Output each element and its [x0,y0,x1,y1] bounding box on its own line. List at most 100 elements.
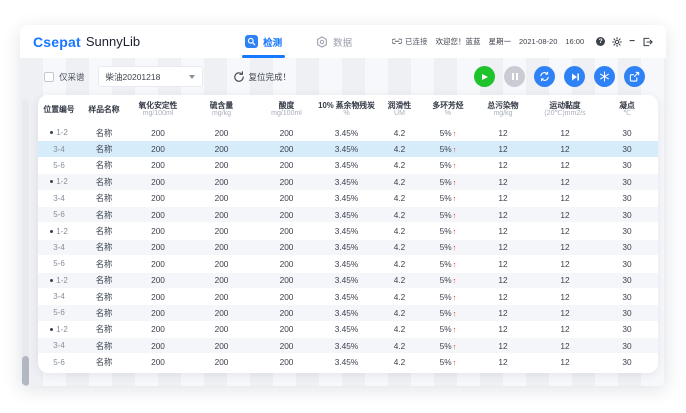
cell-value: 12 [472,324,534,334]
minimize-icon[interactable]: − [629,37,635,47]
atomize-button[interactable] [594,66,615,87]
cell-value: 30 [596,242,658,252]
sync-icon [539,71,550,82]
atomize-icon [599,71,610,82]
cell-value: 5%↑ [424,226,472,236]
cell-value: 4.2 [375,210,424,220]
sync-button[interactable] [534,66,555,87]
cell-sample-name: 名称 [80,241,128,253]
cell-value: 200 [188,341,255,351]
cell-value: 200 [128,144,188,154]
connection-label: 已连接 [405,36,428,47]
alert-up-icon: ↑ [453,178,457,187]
cell-sample-name: 名称 [80,192,128,204]
reset-status-group[interactable]: 复位完成！ [233,71,292,83]
table-row[interactable]: 5-6名称2002002003.45%4.25%↑121230 [38,256,658,272]
tab-data[interactable]: 数据 [316,25,352,58]
table-row[interactable]: 3-4名称2002002003.45%4.25%↑121230 [38,338,658,354]
table-row[interactable]: 1-2名称2002002003.45%4.25%↑121230 [38,125,658,141]
cell-value: 200 [255,226,318,236]
cell-value: 30 [596,144,658,154]
table-body: 1-2名称2002002003.45%4.25%↑1212303-4名称2002… [38,125,658,371]
alert-up-icon: ↑ [453,243,457,252]
cell-value: 5%↑ [424,144,472,154]
cell-value: 4.2 [375,259,424,269]
cell-sample-name: 名称 [80,356,128,368]
cell-value: 4.2 [375,292,424,302]
cell-value: 200 [188,308,255,318]
cell-value: 200 [255,193,318,203]
cell-value: 200 [255,210,318,220]
cell-value: 4.2 [375,357,424,367]
cell-value: 200 [128,160,188,170]
cell-value: 200 [255,292,318,302]
table-row[interactable]: 1-2名称2002002003.45%4.25%↑121230 [38,174,658,190]
table-row[interactable]: 1-2名称2002002003.45%4.25%↑121230 [38,223,658,239]
gear-icon[interactable] [612,37,622,47]
time-text: 16:00 [565,37,584,46]
table-row[interactable]: 3-4名称2002002003.45%4.25%↑121230 [38,240,658,256]
cell-position: 3-4 [38,292,80,301]
cell-value: 4.2 [375,226,424,236]
cell-value: 3.45% [318,128,375,138]
spectrum-only-checkbox[interactable] [44,72,54,82]
cell-value: 4.2 [375,275,424,285]
scrollbar-thumb[interactable] [22,356,29,386]
cell-value: 12 [472,357,534,367]
export-button[interactable] [624,66,645,87]
table-row[interactable]: 3-4名称2002002003.45%4.25%↑121230 [38,289,658,305]
cell-value: 12 [472,226,534,236]
play-button[interactable] [474,66,495,87]
cell-value: 30 [596,160,658,170]
cell-sample-name: 名称 [80,127,128,139]
table-row[interactable]: 3-4名称2002002003.45%4.25%↑121230 [38,191,658,207]
alert-up-icon: ↑ [453,129,457,138]
cell-value: 200 [188,193,255,203]
table-row[interactable]: 5-6名称2002002003.45%4.25%↑121230 [38,354,658,370]
tab-detection[interactable]: 检测 [245,25,282,58]
cell-value: 200 [255,160,318,170]
vertical-scrollbar[interactable] [22,100,29,378]
sample-select[interactable]: 柴油20201218 [98,66,203,87]
cell-value: 30 [596,193,658,203]
cell-value: 200 [188,160,255,170]
cell-value: 12 [472,275,534,285]
table-row[interactable]: 5-6名称2002002003.45%4.25%↑121230 [38,207,658,223]
help-icon[interactable]: ? [596,37,605,46]
cell-value: 12 [534,292,596,302]
table-row[interactable]: 1-2名称2002002003.45%4.25%↑121230 [38,322,658,338]
logout-icon[interactable] [642,37,653,47]
table-row[interactable]: 1-2名称2002002003.45%4.25%↑121230 [38,273,658,289]
link-icon [392,37,402,46]
cell-position: 1-2 [38,128,80,137]
cell-value: 12 [534,242,596,252]
cell-value: 200 [128,275,188,285]
pause-button[interactable] [504,66,525,87]
table-row[interactable]: 5-6名称2002002003.45%4.25%↑121230 [38,158,658,174]
table-row[interactable]: 3-4名称2002002003.45%4.25%↑121230 [38,141,658,157]
cell-position: 5-6 [38,358,80,367]
cell-value: 200 [128,210,188,220]
cell-value: 200 [128,177,188,187]
cell-position: 1-2 [38,227,80,236]
skip-next-button[interactable] [564,66,585,87]
cell-sample-name: 名称 [80,307,128,319]
tab-detection-label: 检测 [263,35,282,49]
header-cell: 位置编号 [38,106,80,115]
cell-position: 1-2 [38,177,80,186]
brand-logo: Csepat [33,34,81,50]
row-marker-icon [50,131,53,134]
cell-value: 12 [534,177,596,187]
header-cell: 酸度mg/100ml [255,102,318,119]
cell-value: 12 [472,193,534,203]
cell-value: 5%↑ [424,292,472,302]
cell-value: 200 [255,259,318,269]
table-row[interactable]: 5-6名称2002002003.45%4.25%↑121230 [38,305,658,321]
cell-value: 4.2 [375,341,424,351]
cell-value: 12 [472,242,534,252]
cell-value: 3.45% [318,226,375,236]
cell-value: 200 [188,292,255,302]
cell-value: 4.2 [375,160,424,170]
cell-position: 5-6 [38,308,80,317]
results-table-card: 位置编号样品名称氧化安定性mg/100ml硫含量mg/kg酸度mg/100ml1… [38,95,658,373]
